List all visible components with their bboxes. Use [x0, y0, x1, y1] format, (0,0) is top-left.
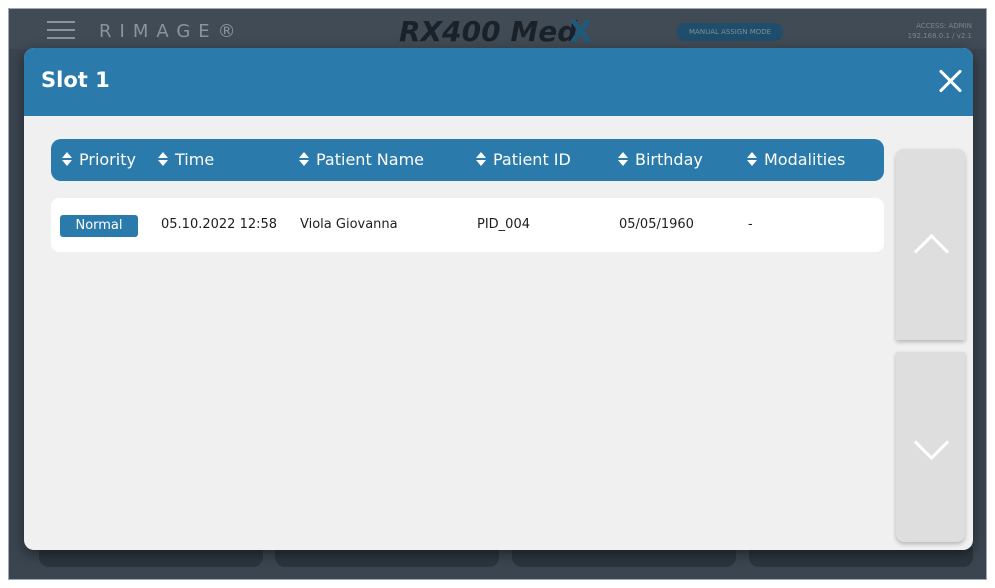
close-icon[interactable] — [936, 66, 966, 96]
header-info-line2: 192.168.0.1 / v2.1 — [907, 32, 972, 40]
sort-icon — [476, 152, 487, 166]
header-info-line1: ACCESS: ADMIN — [916, 22, 972, 30]
cell-time: 05.10.2022 12:58 — [161, 217, 278, 232]
sort-icon — [62, 152, 73, 166]
background-slot-tab — [39, 547, 263, 567]
background-slot-tab — [512, 547, 736, 567]
dialog-title: Slot 1 — [41, 68, 110, 92]
table-row[interactable]: Normal 05.10.2022 12:58 Viola Giovanna P… — [51, 198, 884, 252]
sort-icon — [618, 152, 629, 166]
product-name: RX400 Med — [399, 15, 578, 48]
cell-patient-id: PID_004 — [477, 217, 530, 232]
product-x-mark: X — [569, 15, 593, 50]
cell-birthday: 05/05/1960 — [619, 217, 694, 232]
table-header: Priority Time Patient Name Patient ID Bi… — [51, 139, 884, 181]
column-header-birthday[interactable]: Birthday — [618, 139, 703, 181]
dialog-header: Slot 1 — [24, 48, 973, 116]
app-frame: RIMAGE® RX400 Med X MANUAL ASSIGN MODE A… — [8, 8, 987, 580]
chevron-up-icon — [913, 233, 950, 270]
header-info: ACCESS: ADMIN 192.168.0.1 / v2.1 — [908, 21, 972, 41]
scroll-up-button[interactable] — [896, 149, 965, 340]
background-header: RIMAGE® RX400 Med X MANUAL ASSIGN MODE A… — [9, 9, 986, 50]
column-header-patient-id[interactable]: Patient ID — [476, 139, 571, 181]
sort-icon — [747, 152, 758, 166]
priority-badge: Normal — [60, 215, 138, 237]
background-slot-tab — [749, 547, 973, 567]
column-header-patient-name[interactable]: Patient Name — [299, 139, 424, 181]
sort-icon — [158, 152, 169, 166]
background-slot-tab — [275, 547, 499, 567]
slot-dialog: Slot 1 Priority Time Patient Name Patien… — [24, 48, 973, 550]
chevron-down-icon — [913, 424, 950, 461]
mode-badge: MANUAL ASSIGN MODE — [677, 23, 784, 41]
hamburger-menu-icon[interactable] — [47, 21, 75, 39]
scroll-down-button[interactable] — [896, 352, 965, 542]
rimage-logo: RIMAGE® — [99, 21, 244, 42]
sort-icon — [299, 152, 310, 166]
column-header-priority[interactable]: Priority — [62, 139, 136, 181]
cell-patient-name: Viola Giovanna — [300, 217, 398, 232]
column-header-time[interactable]: Time — [158, 139, 214, 181]
column-header-modalities[interactable]: Modalities — [747, 139, 845, 181]
cell-modalities: - — [748, 217, 753, 232]
